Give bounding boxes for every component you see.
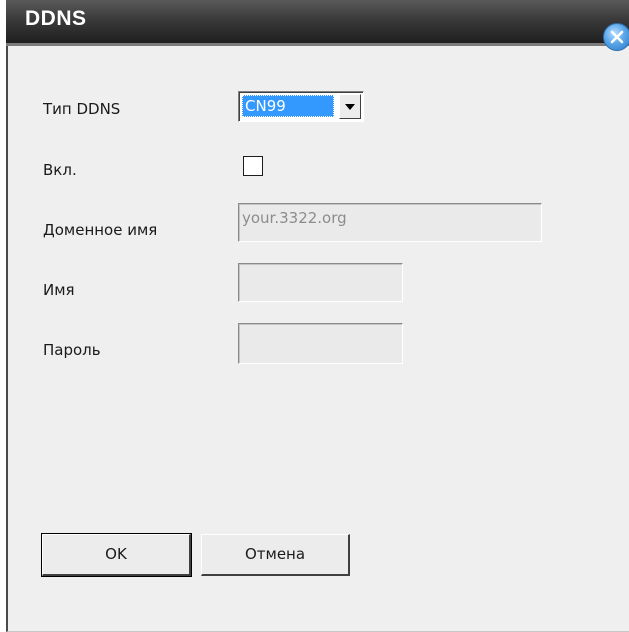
ok-button[interactable]: OK [41, 533, 192, 577]
chevron-down-icon [345, 104, 355, 110]
password-field[interactable] [238, 323, 403, 364]
close-button[interactable] [603, 23, 629, 51]
dropdown-arrow-button[interactable] [339, 94, 361, 119]
enable-checkbox[interactable] [243, 156, 263, 176]
username-field[interactable] [238, 263, 403, 302]
ddns-type-selected-value: CN99 [242, 95, 334, 117]
ddns-type-label: Тип DDNS [43, 100, 121, 118]
username-label: Имя [43, 281, 75, 299]
title-bar: DDNS [6, 0, 629, 46]
ddns-type-select[interactable]: CN99 [238, 91, 364, 122]
enable-label: Вкл. [43, 161, 77, 179]
ddns-dialog: DDNS Тип DDNS CN99 Вкл. Доменное имя you… [6, 0, 629, 632]
close-icon [610, 30, 624, 44]
domain-label: Доменное имя [43, 221, 158, 239]
domain-field[interactable]: your.3322.org [238, 203, 542, 242]
cancel-button[interactable]: Отмена [201, 534, 350, 576]
password-label: Пароль [43, 341, 101, 359]
dialog-title: DDNS [25, 7, 87, 30]
